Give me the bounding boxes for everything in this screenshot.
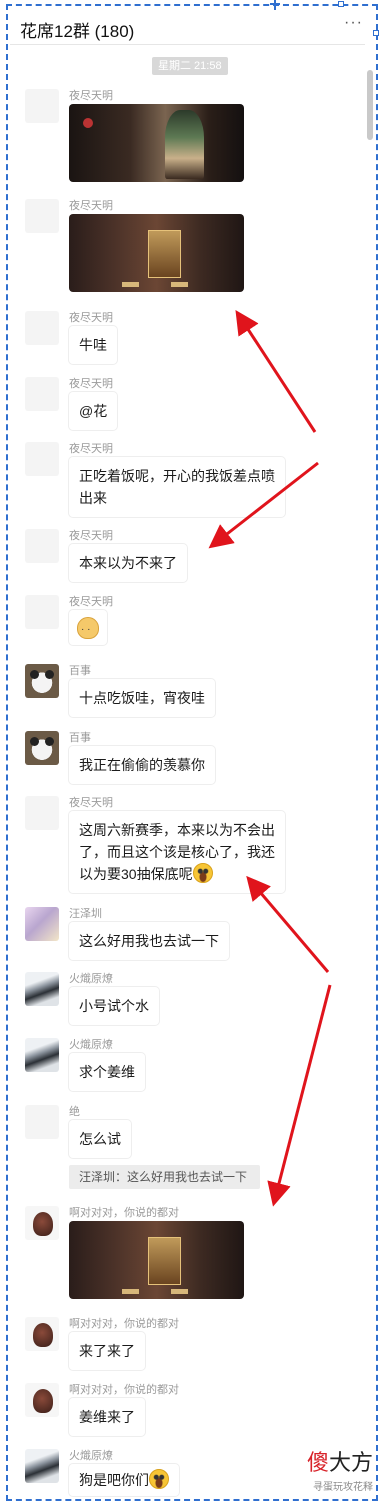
sender-name: 汪泽圳 [69,908,102,920]
sender-name: 火熾原燎 [69,1450,113,1462]
sender-name: 夜尽天明 [69,596,113,608]
image-message[interactable] [69,214,244,292]
emoji-bubble[interactable] [69,610,107,646]
text-bubble[interactable]: 正吃着饭呢，开心的我饭差点喷 出来 [69,457,285,517]
watermark-brand: 傻大方 [306,1450,373,1475]
text-bubble[interactable]: 我正在偷偷的羡慕你 [69,746,215,784]
scrollbar-thumb[interactable] [367,70,373,140]
avatar[interactable] [25,664,59,698]
avatar[interactable] [25,972,59,1006]
cat-emoji-icon [77,617,99,641]
more-dots-icon[interactable]: ··· [344,14,363,32]
sender-name: 百事 [69,665,91,677]
image-message[interactable] [69,1221,244,1299]
avatar[interactable] [25,1383,59,1417]
avatar[interactable] [25,907,59,941]
bubble-line: 了，而且这个该是核心了，我还 [79,844,275,860]
grimace-emoji-icon [149,1469,169,1489]
resize-handle-top-right[interactable] [338,1,344,7]
sender-name: 夜尽天明 [69,312,113,324]
avatar[interactable] [25,377,59,411]
game-screenshot-image [69,1221,244,1299]
avatar[interactable] [25,796,59,830]
chat-title: 花席12群 (180) [20,22,135,41]
watermark-source: 寻蛋玩攻花释 [313,1482,373,1493]
resize-handle-right-top[interactable] [373,30,379,36]
text-bubble[interactable]: 小号试个水 [69,987,159,1025]
header-divider [10,44,365,45]
game-screenshot-image [69,104,244,182]
quoted-reply[interactable]: 汪泽圳：这么好用我也去试一下 [69,1165,260,1189]
grimace-emoji-icon [192,863,213,883]
avatar[interactable] [25,595,59,629]
text-bubble[interactable]: 怎么试 [69,1120,131,1158]
sender-name: 啊对对对，你说的都对 [69,1318,179,1330]
sender-name: 夜尽天明 [69,378,113,390]
avatar[interactable] [25,311,59,345]
game-screenshot-image [69,214,244,292]
avatar[interactable] [25,1038,59,1072]
scrollbar[interactable] [367,40,373,1490]
image-message[interactable] [69,104,244,182]
text-bubble[interactable]: 本来以为不来了 [69,544,187,582]
sender-name: 夜尽天明 [69,443,113,455]
avatar[interactable] [25,1105,59,1139]
sender-name: 夜尽天明 [69,90,113,102]
text-bubble[interactable]: 狗是吧你们 [69,1464,179,1496]
sender-name: 夜尽天明 [69,530,113,542]
avatar[interactable] [25,89,59,123]
avatar[interactable] [25,1449,59,1483]
text-bubble[interactable]: @花 [69,392,118,430]
timestamp-pill: 星期二 21:58 [152,57,228,75]
text-bubble[interactable]: 十点吃饭哇，宵夜哇 [69,679,215,717]
sender-name: 夜尽天明 [69,797,113,809]
sender-name: 夜尽天明 [69,200,113,212]
text-bubble[interactable]: 牛哇 [69,326,117,364]
bubble-line: 正吃着饭呢，开心的我饭差点喷 [79,468,275,484]
chat-header: 花席12群 (180) ··· [10,8,365,44]
bubble-line: 这周六新赛季，本来以为不会出 [79,822,275,838]
avatar[interactable] [25,1317,59,1351]
sender-name: 百事 [69,732,91,744]
bubble-line: 以为要30抽保底呢 [79,863,275,885]
text-bubble[interactable]: 姜维来了 [69,1398,145,1436]
text-bubble[interactable]: 来了来了 [69,1332,145,1370]
text-bubble[interactable]: 这周六新赛季，本来以为不会出 了，而且这个该是核心了，我还 以为要30抽保底呢 [69,811,285,893]
avatar[interactable] [25,731,59,765]
text-bubble[interactable]: 求个姜维 [69,1053,145,1091]
sender-name: 火熾原燎 [69,1039,113,1051]
avatar[interactable] [25,442,59,476]
sender-name: 啊对对对，你说的都对 [69,1384,179,1396]
sender-name: 啊对对对，你说的都对 [69,1207,179,1219]
avatar[interactable] [25,529,59,563]
sender-name: 绝 [69,1106,80,1118]
bubble-line: 出来 [79,490,107,506]
sender-name: 火熾原燎 [69,973,113,985]
avatar[interactable] [25,199,59,233]
text-bubble[interactable]: 这么好用我也去试一下 [69,922,229,960]
avatar[interactable] [25,1206,59,1240]
